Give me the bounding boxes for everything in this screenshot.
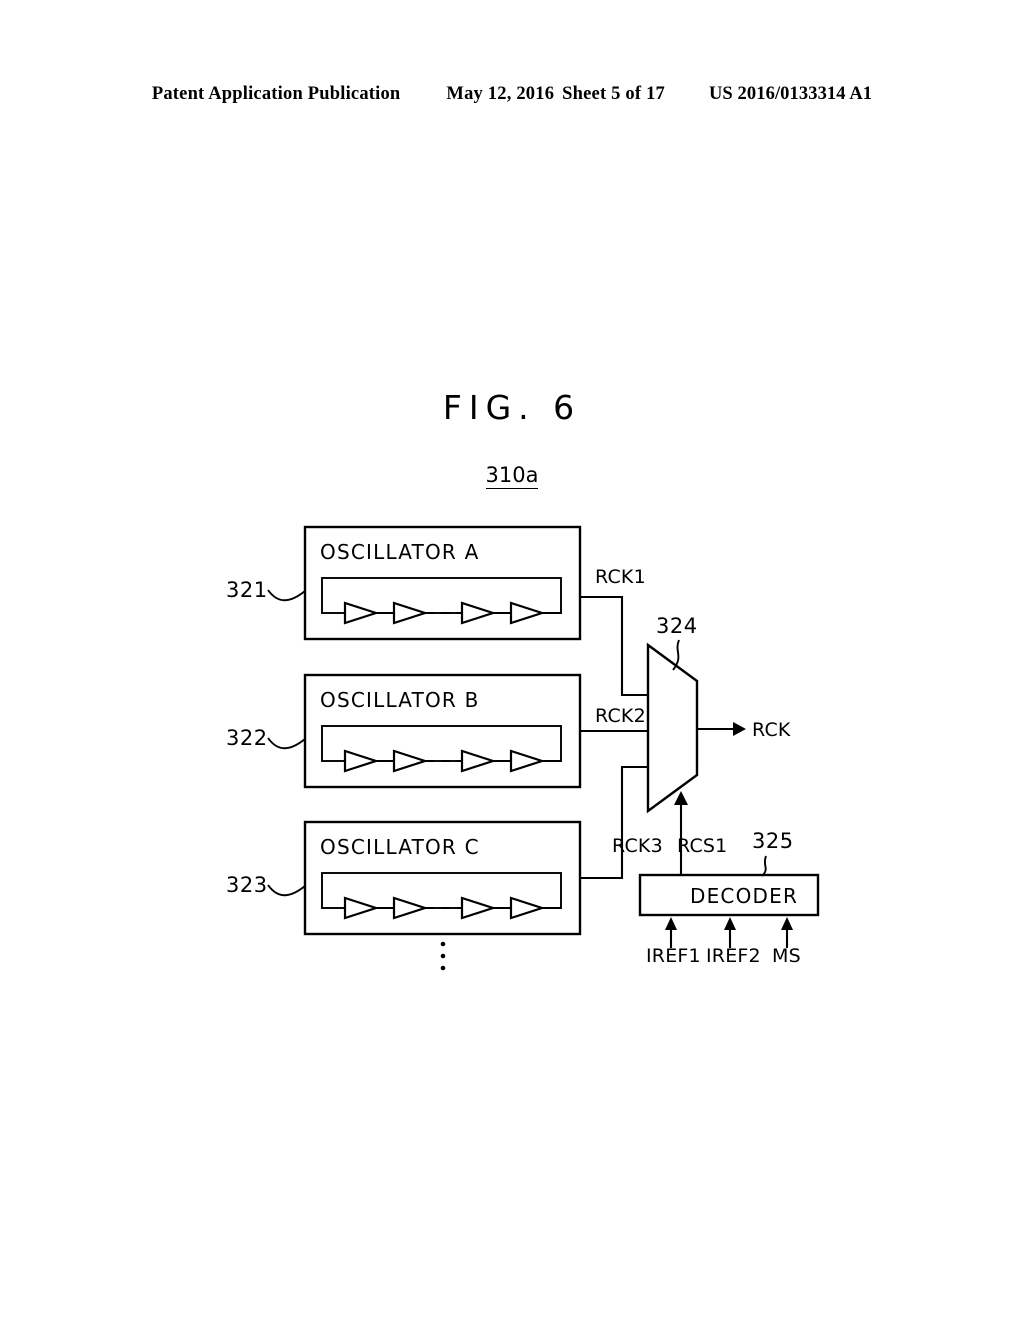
iref2-label: IREF2	[706, 945, 761, 967]
rcs1-label: RCS1	[677, 835, 727, 857]
iref1-label: IREF1	[646, 945, 701, 967]
multiplexer-ref-label: 324	[656, 614, 698, 638]
rck2-label: RCK2	[595, 705, 646, 727]
iref1-arrowhead-icon	[665, 917, 677, 930]
rck-output-label: RCK	[752, 719, 791, 741]
oscillator-a-group: OSCILLATOR A 321	[226, 525, 582, 641]
iref2-arrowhead-icon	[724, 917, 736, 930]
decoder-input-ms: MS	[772, 917, 801, 967]
ellipsis-dot	[440, 965, 446, 971]
oscillator-a-leader-line	[267, 589, 306, 602]
multiplexer-block[interactable]	[646, 642, 699, 814]
decoder-group: DECODER 325 IREF1 IREF2 MS	[638, 829, 820, 967]
decoder-input-iref1: IREF1	[646, 917, 701, 967]
oscillator-a-label: OSCILLATOR A	[320, 540, 479, 564]
ms-label: MS	[772, 945, 801, 967]
oscillator-c-group: OSCILLATOR C 323	[226, 820, 582, 936]
rck1-wire	[580, 595, 648, 697]
ms-arrowhead-icon	[781, 917, 793, 930]
rck1-label: RCK1	[595, 566, 646, 588]
oscillator-b-label: OSCILLATOR B	[320, 688, 480, 712]
ellipsis-dot	[440, 941, 446, 947]
circuit-diagram: OSCILLATOR A 321 OSCILLATOR B 322 OSCILL…	[226, 525, 820, 971]
rcs1-arrowhead-icon	[674, 791, 688, 805]
oscillator-b-leader-line	[267, 737, 306, 750]
patent-figure-page: Patent Application Publication May 12, 20…	[0, 0, 1024, 1320]
decoder-input-iref2: IREF2	[706, 917, 761, 967]
rck3-wire	[580, 765, 648, 880]
oscillator-list-ellipsis	[440, 941, 446, 971]
ellipsis-dot	[440, 953, 446, 959]
oscillator-b-ref-label: 322	[226, 726, 268, 750]
decoder-leader-line	[761, 855, 767, 877]
decoder-ref-label: 325	[752, 829, 794, 853]
oscillator-c-label: OSCILLATOR C	[320, 835, 480, 859]
rck3-label: RCK3	[612, 835, 663, 857]
oscillator-a-ref-label: 321	[226, 578, 268, 602]
oscillator-c-leader-line	[267, 884, 306, 897]
oscillator-c-ref-label: 323	[226, 873, 268, 897]
decoder-label: DECODER	[690, 884, 798, 908]
rck-arrowhead-icon	[733, 722, 746, 736]
oscillator-b-group: OSCILLATOR B 322	[226, 673, 582, 789]
